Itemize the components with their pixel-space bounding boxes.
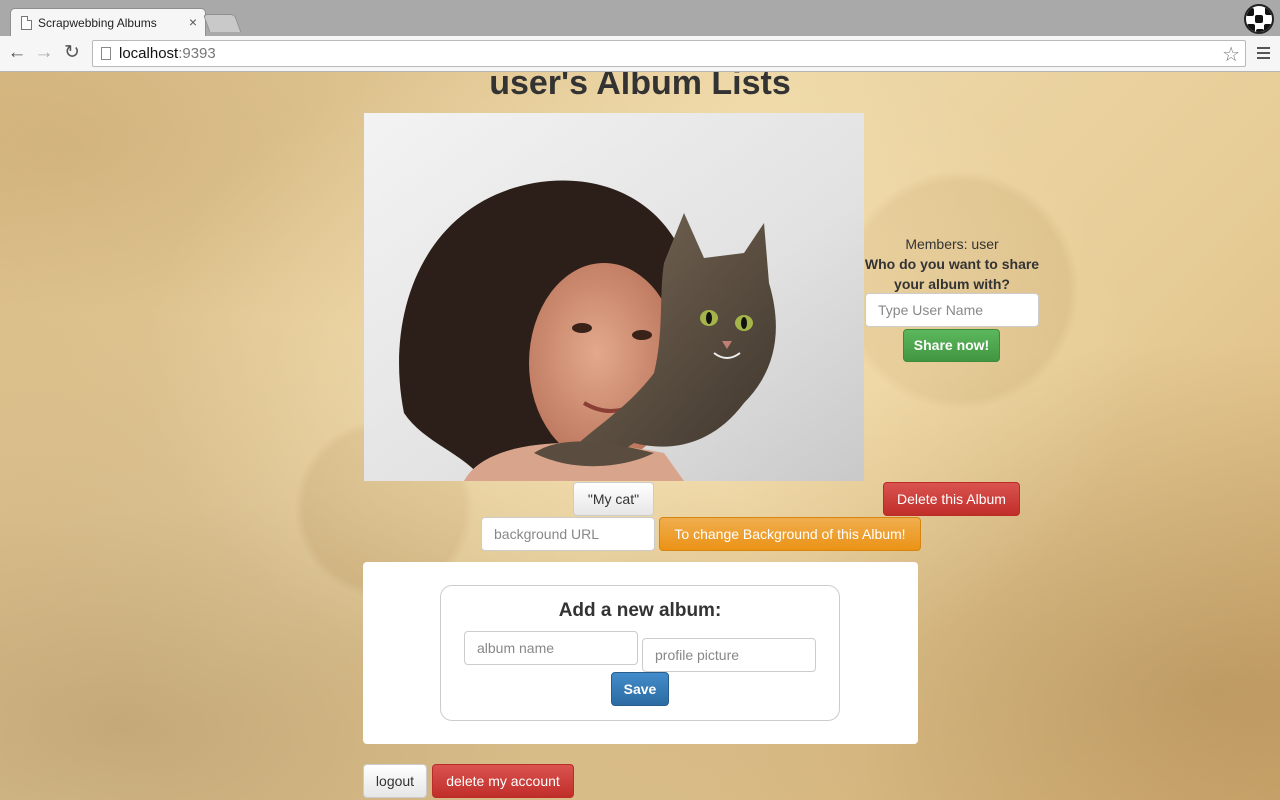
page-content: user's Album Lists Members: user Who do … (0, 72, 1280, 800)
logout-button[interactable]: logout (363, 764, 427, 798)
delete-album-button[interactable]: Delete this Album (883, 482, 1020, 516)
page-icon (21, 16, 32, 30)
change-background-button[interactable]: To change Background of this Album! (659, 517, 921, 551)
new-album-panel: Add a new album: album name profile pict… (363, 562, 918, 744)
menu-icon[interactable] (1257, 47, 1270, 59)
album-name-input[interactable]: album name (464, 631, 638, 665)
share-question: Who do you want to share your album with… (864, 256, 1040, 292)
new-album-form: Add a new album: album name profile pict… (440, 585, 840, 721)
forward-arrow-icon[interactable]: → (32, 41, 56, 65)
members-label: Members: user (905, 236, 999, 252)
page-title: user's Album Lists (489, 72, 791, 102)
background-url-input[interactable]: background URL (481, 517, 655, 551)
share-now-button[interactable]: Share now! (903, 329, 1000, 362)
browser-tab[interactable]: Scrapwebbing Albums × (10, 8, 206, 36)
address-bar[interactable]: localhost:9393 ☆ (92, 40, 1246, 67)
delete-account-button[interactable]: delete my account (432, 764, 574, 798)
bookmark-star-icon[interactable]: ☆ (1222, 42, 1240, 67)
new-album-title: Add a new album: (558, 600, 722, 621)
soccer-ball-profile-icon[interactable] (1244, 4, 1274, 34)
share-username-input[interactable]: Type User Name (865, 293, 1039, 327)
reload-icon[interactable]: ↻ (60, 41, 84, 65)
share-album-section: Members: user Who do you want to share y… (864, 234, 1040, 362)
save-album-button[interactable]: Save (611, 672, 669, 706)
back-arrow-icon[interactable]: ← (5, 41, 29, 65)
url-text: localhost:9393 (119, 45, 216, 62)
browser-toolbar: ← → ↻ localhost:9393 ☆ (0, 36, 1280, 72)
close-tab-icon[interactable]: × (189, 14, 197, 30)
album-caption-button[interactable]: "My cat" (573, 482, 654, 516)
tab-title: Scrapwebbing Albums (38, 16, 157, 30)
page-icon (101, 47, 111, 60)
browser-tabstrip: Scrapwebbing Albums × (0, 0, 1280, 36)
new-tab-button[interactable] (202, 14, 242, 32)
album-cover-photo (364, 113, 864, 481)
profile-picture-input[interactable]: profile picture (642, 638, 816, 672)
